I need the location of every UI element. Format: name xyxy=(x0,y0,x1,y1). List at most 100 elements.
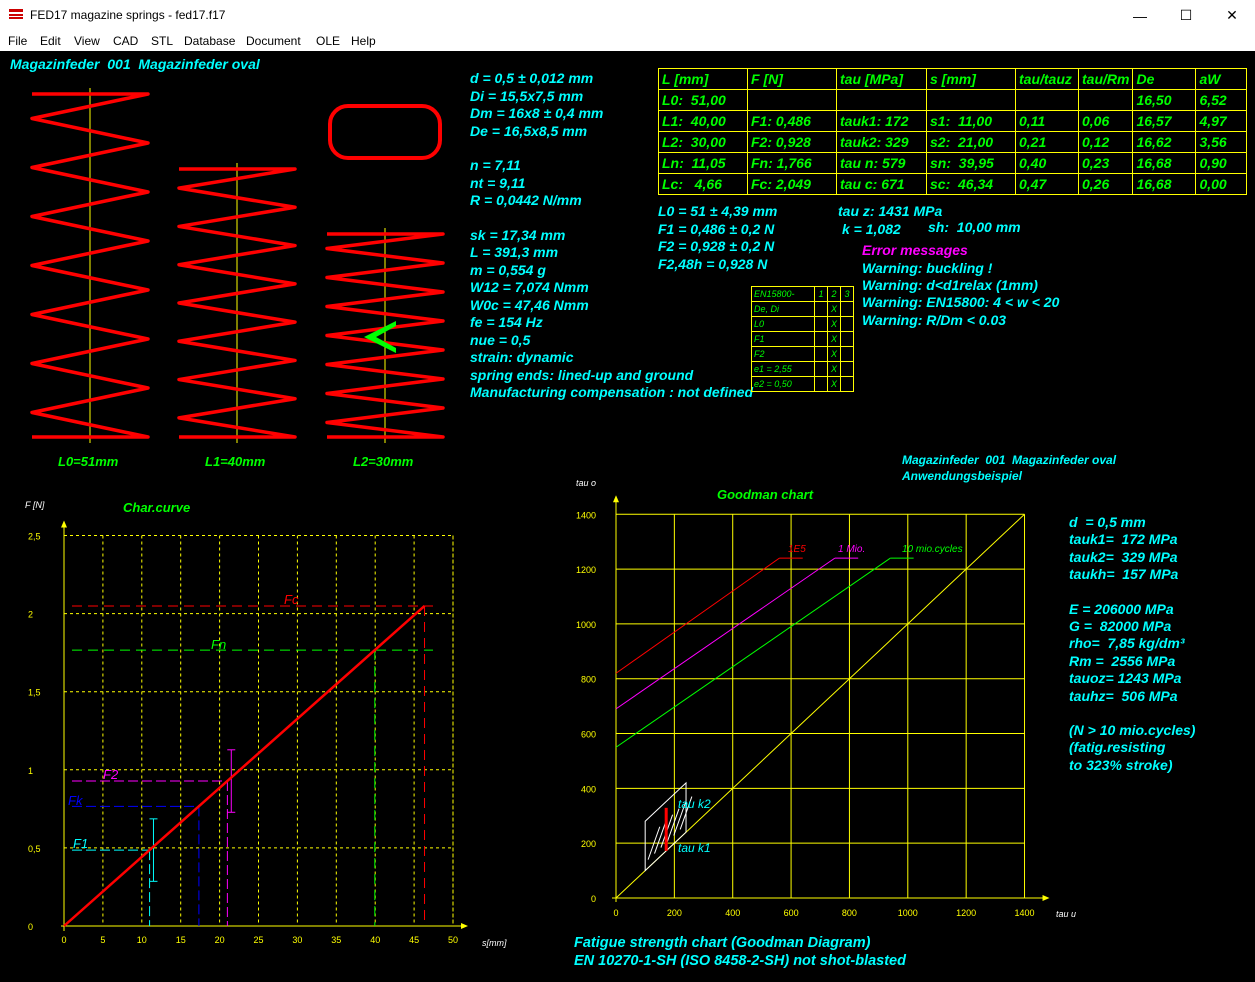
menu-document[interactable]: Document xyxy=(246,34,301,48)
parameter-line: fe = 154 Hz xyxy=(470,314,543,330)
table-cell xyxy=(814,331,828,347)
menu-cad[interactable]: CAD xyxy=(113,34,138,48)
f1-label: F1 xyxy=(73,836,89,851)
material-line: taukh= 157 MPa xyxy=(1069,566,1179,583)
x-tick-label: 0 xyxy=(61,935,66,945)
table-cell xyxy=(1077,89,1134,111)
x-tick-label: 50 xyxy=(448,935,458,945)
table-cell xyxy=(836,89,927,111)
table-cell: 16,57 xyxy=(1132,110,1197,132)
table-cell xyxy=(840,316,854,332)
table-cell xyxy=(1015,89,1079,111)
x-tick-label: 40 xyxy=(370,935,380,945)
table-row: F2 X xyxy=(751,346,854,362)
table-cell: 0,23 xyxy=(1077,152,1134,174)
table-cell xyxy=(814,376,828,392)
y-axis-arrow xyxy=(61,520,67,528)
table-cell: 1 xyxy=(814,286,828,302)
table-cell: L0: 51,00 xyxy=(658,89,748,111)
k-value: k = 1,082 xyxy=(842,221,901,237)
menu-ole[interactable]: OLE xyxy=(316,34,340,48)
table-cell: 16,50 xyxy=(1132,89,1197,111)
header-cell: tau [MPa] xyxy=(836,68,927,90)
goodman-x-tick-label: 200 xyxy=(667,908,682,918)
goodman-x-tick-label: 1200 xyxy=(956,908,976,918)
drawing-canvas: 0 5 10 15 20 25 30 35 40 45 50 0 0,5 1 1,5 2 2,5 0 0 200 200… xyxy=(0,51,1255,982)
goodman-line-0 xyxy=(615,557,780,674)
table-cell: tauk2: 329 xyxy=(836,131,927,153)
menu-view[interactable]: View xyxy=(74,34,100,48)
table-cell xyxy=(840,361,854,377)
table-row: e1 = 2,55 X xyxy=(751,361,854,377)
table-cell: e2 = 0,50 xyxy=(751,376,815,392)
table-cell: Ln: 11,05 xyxy=(658,152,748,174)
table-cell: L1: 40,00 xyxy=(658,110,748,132)
x-tick-label: 10 xyxy=(137,935,147,945)
table-cell: sc: 46,34 xyxy=(926,173,1016,195)
table-cell xyxy=(747,89,837,111)
title-bar: FED17 magazine springs - fed17.f17 — ☐ ✕ xyxy=(0,0,1255,31)
table-row: L1: 40,00 F1: 0,486 tauk1: 172 s1: 11,00 0,1… xyxy=(658,110,1248,132)
goodman-x-tick-label: 800 xyxy=(842,908,857,918)
material-line: rho= 7,85 kg/dm³ xyxy=(1069,635,1185,652)
table-cell xyxy=(840,301,854,317)
table-cell: 0,40 xyxy=(1015,152,1079,174)
goodman-footer-2: EN 10270-1-SH (ISO 8458-2-SH) not shot-b… xyxy=(574,953,906,969)
table-cell: Lc: 4,66 xyxy=(658,173,748,195)
spring-label-l2: L2=30mm xyxy=(353,454,414,469)
goodman-y-tick-label: 400 xyxy=(581,784,596,794)
table-cell: s2: 21,00 xyxy=(926,131,1016,153)
y-tick-label: 2,5 xyxy=(28,532,41,542)
menu-database[interactable]: Database xyxy=(184,34,235,48)
table-cell: EN15800- xyxy=(751,286,815,302)
tol-f1: F1 = 0,486 ± 0,2 N xyxy=(658,221,775,237)
parameter-line: W12 = 7,074 Nmm xyxy=(470,279,589,295)
menu-edit[interactable]: Edit xyxy=(40,34,61,48)
goodman-subtitle-1: Magazinfeder 001 Magazinfeder oval xyxy=(902,453,1117,467)
table-cell: F1 xyxy=(751,331,815,347)
material-line: tauhz= 506 MPa xyxy=(1069,687,1178,704)
table-cell: 16,68 xyxy=(1132,173,1197,195)
x-tick-label: 25 xyxy=(253,935,263,945)
x-tick-label: 5 xyxy=(100,935,105,945)
header-cell: L [mm] xyxy=(658,68,748,90)
goodman-y-tick-label: 0 xyxy=(591,894,596,904)
menu-help[interactable]: Help xyxy=(351,34,376,48)
table-cell: L0 xyxy=(751,316,815,332)
goodman-ylabel: tau o xyxy=(576,478,597,488)
table-cell xyxy=(814,346,828,362)
goodman-x-tick-label: 600 xyxy=(784,908,799,918)
en15800-table: EN15800- 1 2 3 De, Di X L0 X F1 X F2 X e1 = … xyxy=(751,286,854,392)
minimize-button[interactable]: — xyxy=(1117,0,1163,31)
header-cell: F [N] xyxy=(747,68,837,90)
menu-bar: File Edit View CAD STL Database Document… xyxy=(0,31,1255,51)
table-cell: X xyxy=(827,361,841,377)
material-line: d = 0,5 mm xyxy=(1069,514,1146,530)
goodman-title: Goodman chart xyxy=(717,487,814,502)
tau-z-value: tau z: 1431 MPa xyxy=(838,203,943,219)
goodman-y-tick-label: 1400 xyxy=(576,510,596,520)
results-table: L [mm] F [N] tau [MPa] s [mm] tau/tauz t… xyxy=(658,68,1248,195)
goodman-x-tick-label: 400 xyxy=(725,908,740,918)
goodman-y-arrow xyxy=(613,495,619,503)
table-cell: tau c: 671 xyxy=(836,173,927,195)
spring-label-l0: L0=51mm xyxy=(58,454,119,469)
menu-stl[interactable]: STL xyxy=(151,34,173,48)
material-data: d = 0,5 mm tauk1= 172 MPa tauk2= 329 MPa ta… xyxy=(1069,514,1195,774)
table-cell: tau n: 579 xyxy=(836,152,927,174)
goodman-line-1 xyxy=(615,557,836,710)
tol-f248h: F2,48h = 0,928 N xyxy=(658,256,768,272)
line-label-1e5: 1E5 xyxy=(788,544,806,555)
table-row: Ln: 11,05 Fn: 1,766 tau n: 579 sn: 39,95 0,4… xyxy=(658,152,1248,174)
char-curve-title: Char.curve xyxy=(123,500,191,515)
table-cell: F2: 0,928 xyxy=(747,131,837,153)
table-cell: X xyxy=(827,376,841,392)
table-cell: X xyxy=(827,331,841,347)
table-cell: 4,97 xyxy=(1195,110,1248,132)
f2-label: F2 xyxy=(103,767,119,782)
maximize-button[interactable]: ☐ xyxy=(1163,0,1209,31)
menu-file[interactable]: File xyxy=(8,34,27,48)
table-row: e2 = 0,50 X xyxy=(751,376,854,392)
en15800-header-row: EN15800- 1 2 3 xyxy=(751,286,854,302)
close-button[interactable]: ✕ xyxy=(1209,0,1255,31)
